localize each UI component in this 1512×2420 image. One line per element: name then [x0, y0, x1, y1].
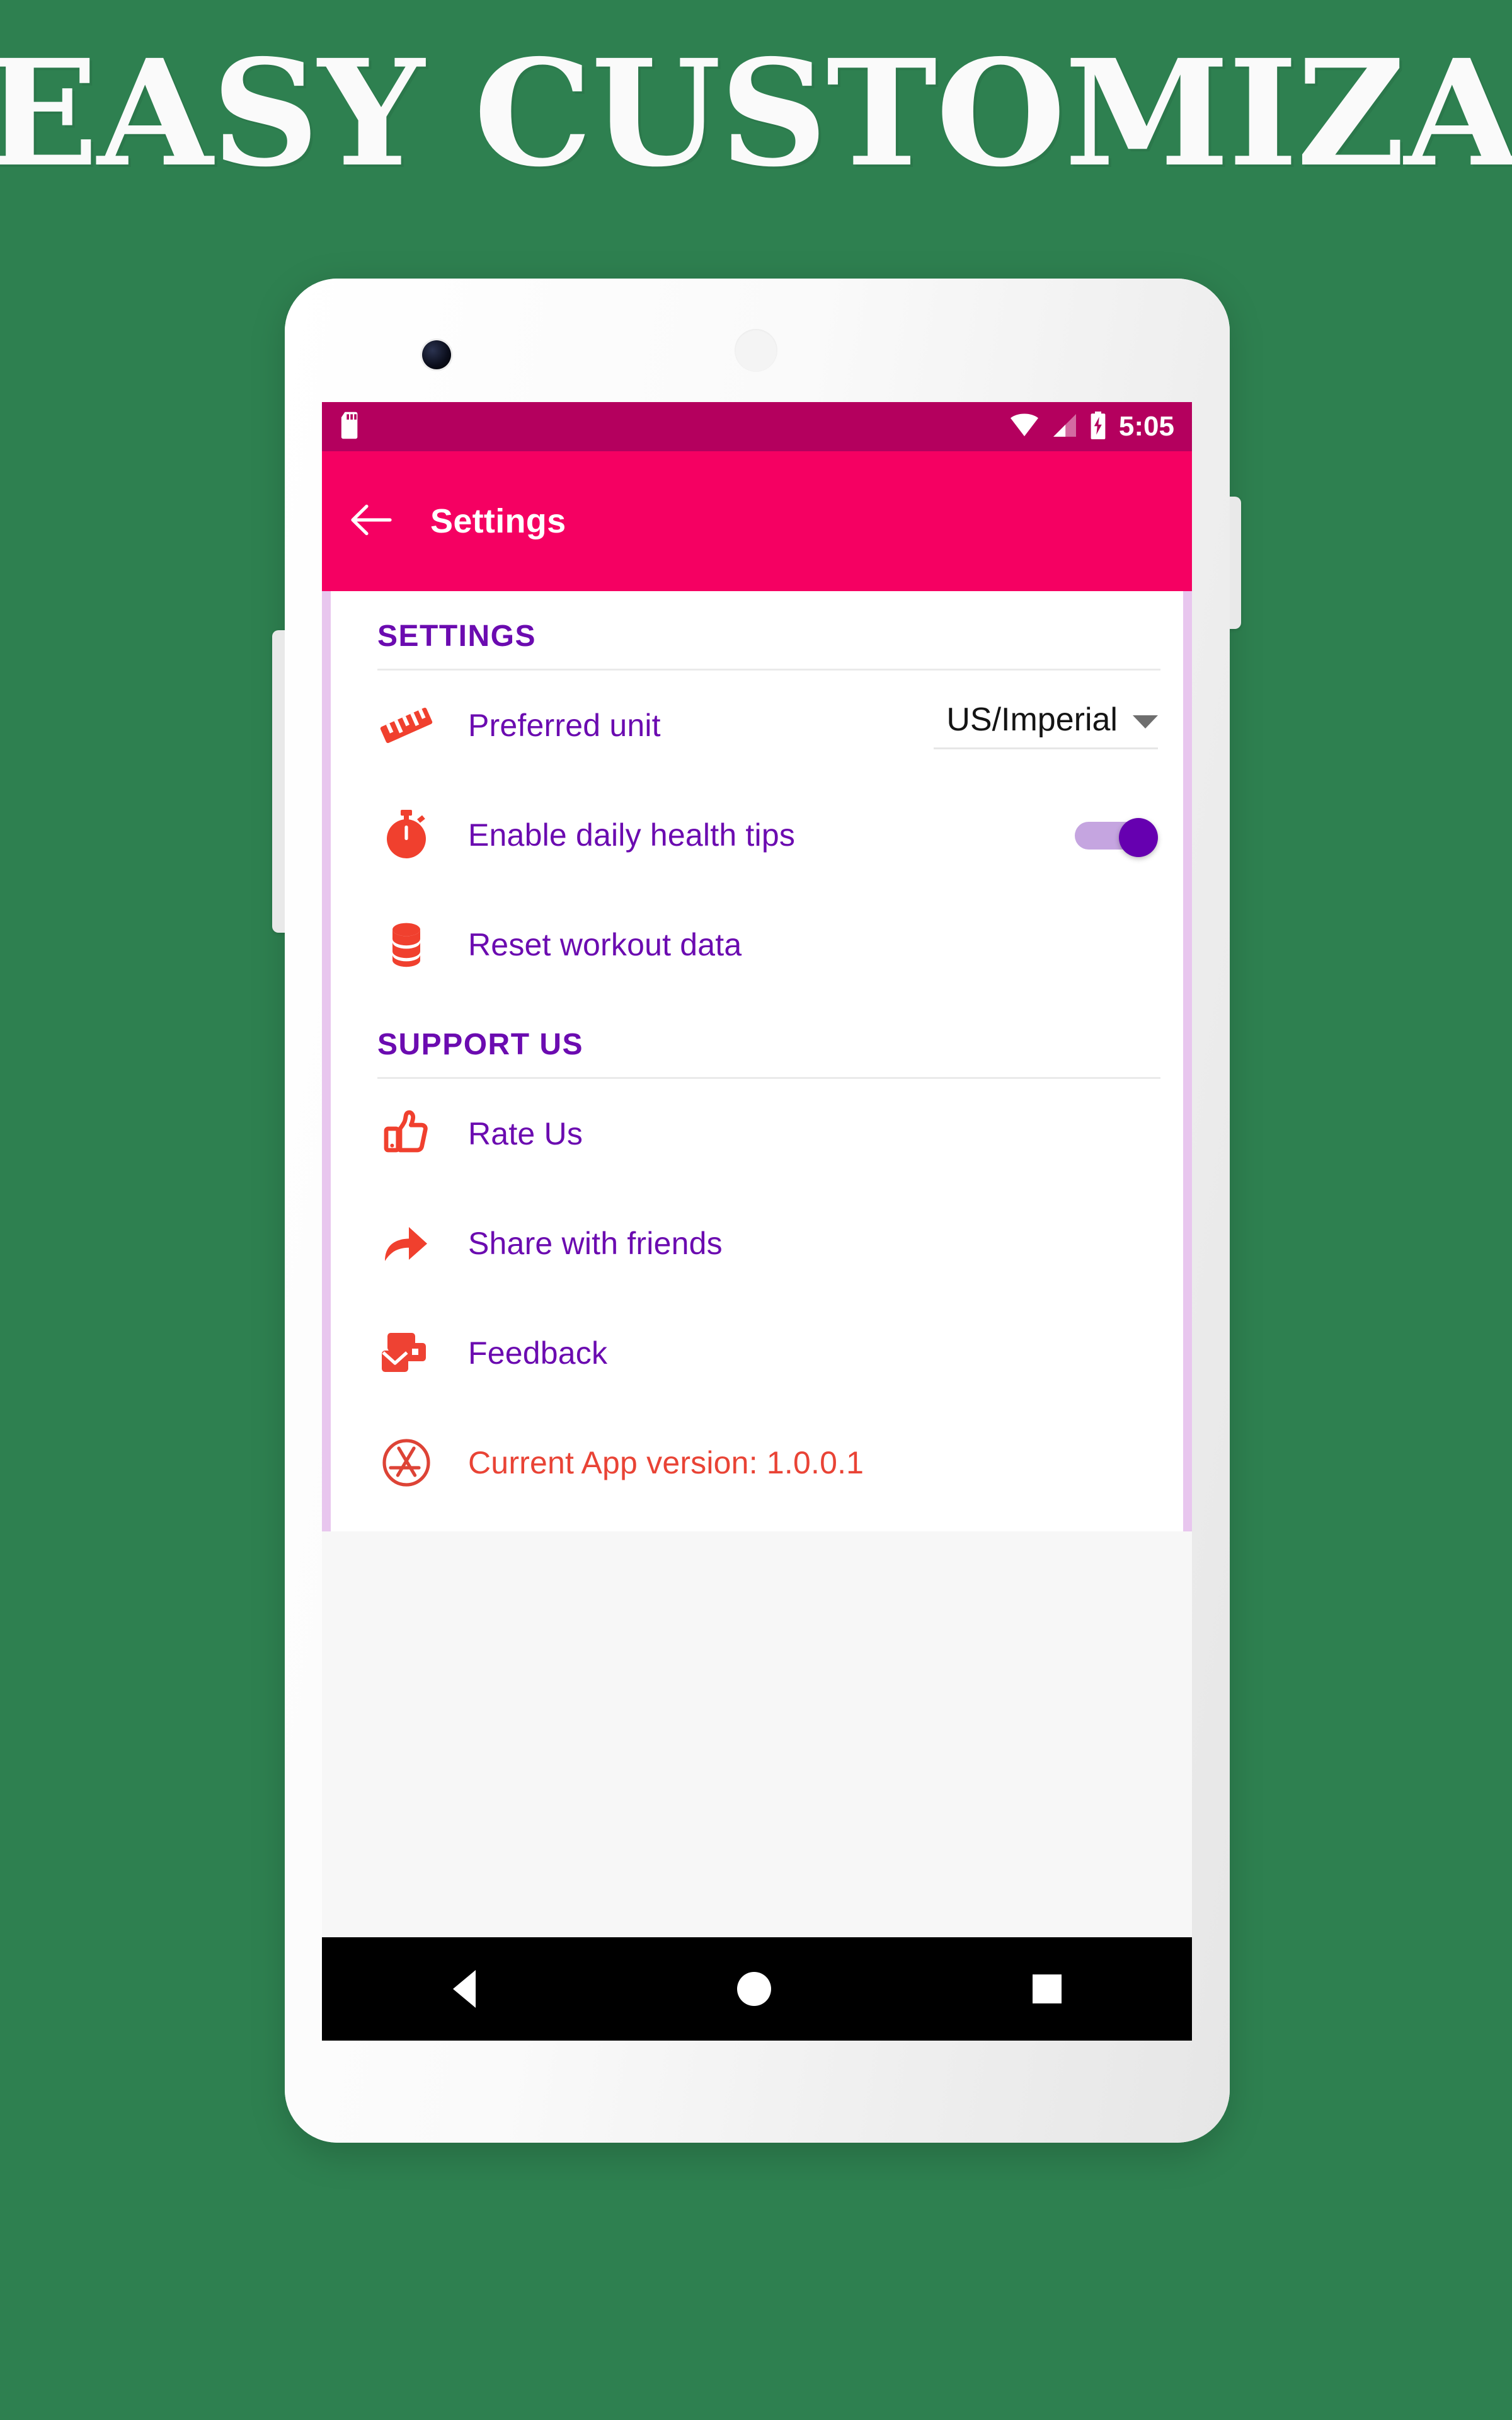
ruler-icon [377, 696, 445, 754]
battery-charging-icon [1089, 411, 1108, 442]
settings-row-reset-workout-data[interactable]: Reset workout data [331, 890, 1183, 1000]
phone-screen: 5:05 Settings SETTINGS Preferred unit US… [322, 402, 1192, 2041]
stopwatch-icon [377, 806, 445, 864]
cellular-signal-icon [1051, 413, 1077, 441]
settings-row-label: Share with friends [468, 1226, 723, 1261]
camera-lens-icon [422, 340, 451, 369]
section-header-settings: SETTINGS [377, 619, 537, 653]
thumbs-up-icon [377, 1105, 445, 1163]
app-version-label: Current App version: 1.0.0.1 [468, 1445, 864, 1480]
preferred-unit-value: US/Imperial [946, 701, 1118, 738]
settings-row-label: Reset workout data [468, 927, 742, 962]
settings-row-daily-health-tips[interactable]: Enable daily health tips [331, 780, 1183, 890]
settings-row-preferred-unit[interactable]: Preferred unit US/Imperial [331, 671, 1183, 780]
status-bar-clock: 5:05 [1118, 411, 1174, 442]
app-bar-title: Settings [430, 502, 566, 540]
arrow-left-icon[interactable] [351, 504, 392, 539]
settings-row-app-version: Current App version: 1.0.0.1 [331, 1408, 1183, 1518]
settings-card: SETTINGS Preferred unit US/Imperial Enab… [331, 591, 1183, 1531]
app-bar: Settings [322, 451, 1192, 591]
section-header-support-us: SUPPORT US [377, 1028, 584, 1061]
earpiece-speaker-icon [735, 329, 777, 372]
nav-home-circle-icon[interactable] [736, 1972, 771, 2006]
settings-row-label: Enable daily health tips [468, 817, 796, 853]
feedback-mail-icon [377, 1324, 445, 1382]
settings-row-share-with-friends[interactable]: Share with friends [331, 1189, 1183, 1298]
daily-health-tips-toggle[interactable] [1075, 818, 1158, 857]
settings-row-label: Preferred unit [468, 708, 661, 743]
database-icon [377, 916, 445, 974]
settings-row-label: Feedback [468, 1335, 608, 1371]
android-navigation-bar [322, 1937, 1192, 2041]
settings-row-rate-us[interactable]: Rate Us [331, 1079, 1183, 1189]
page-title: EASY CUSTOMIZATION [0, 27, 1512, 199]
settings-content-wrapper: SETTINGS Preferred unit US/Imperial Enab… [322, 591, 1192, 1531]
wifi-icon [1009, 413, 1040, 441]
status-bar-left [340, 412, 361, 442]
status-bar-right: 5:05 [1009, 411, 1174, 442]
status-bar: 5:05 [322, 402, 1192, 451]
share-arrow-icon [377, 1214, 445, 1272]
settings-row-label: Rate Us [468, 1116, 583, 1151]
settings-row-feedback[interactable]: Feedback [331, 1298, 1183, 1408]
caret-down-icon [1133, 715, 1158, 729]
preferred-unit-dropdown[interactable]: US/Imperial [934, 702, 1158, 749]
app-store-icon [377, 1434, 445, 1492]
toggle-thumb [1119, 818, 1158, 857]
nav-recents-square-icon[interactable] [1032, 1974, 1062, 2003]
sd-card-icon [340, 412, 361, 442]
nav-back-triangle-icon[interactable] [452, 1970, 476, 2008]
